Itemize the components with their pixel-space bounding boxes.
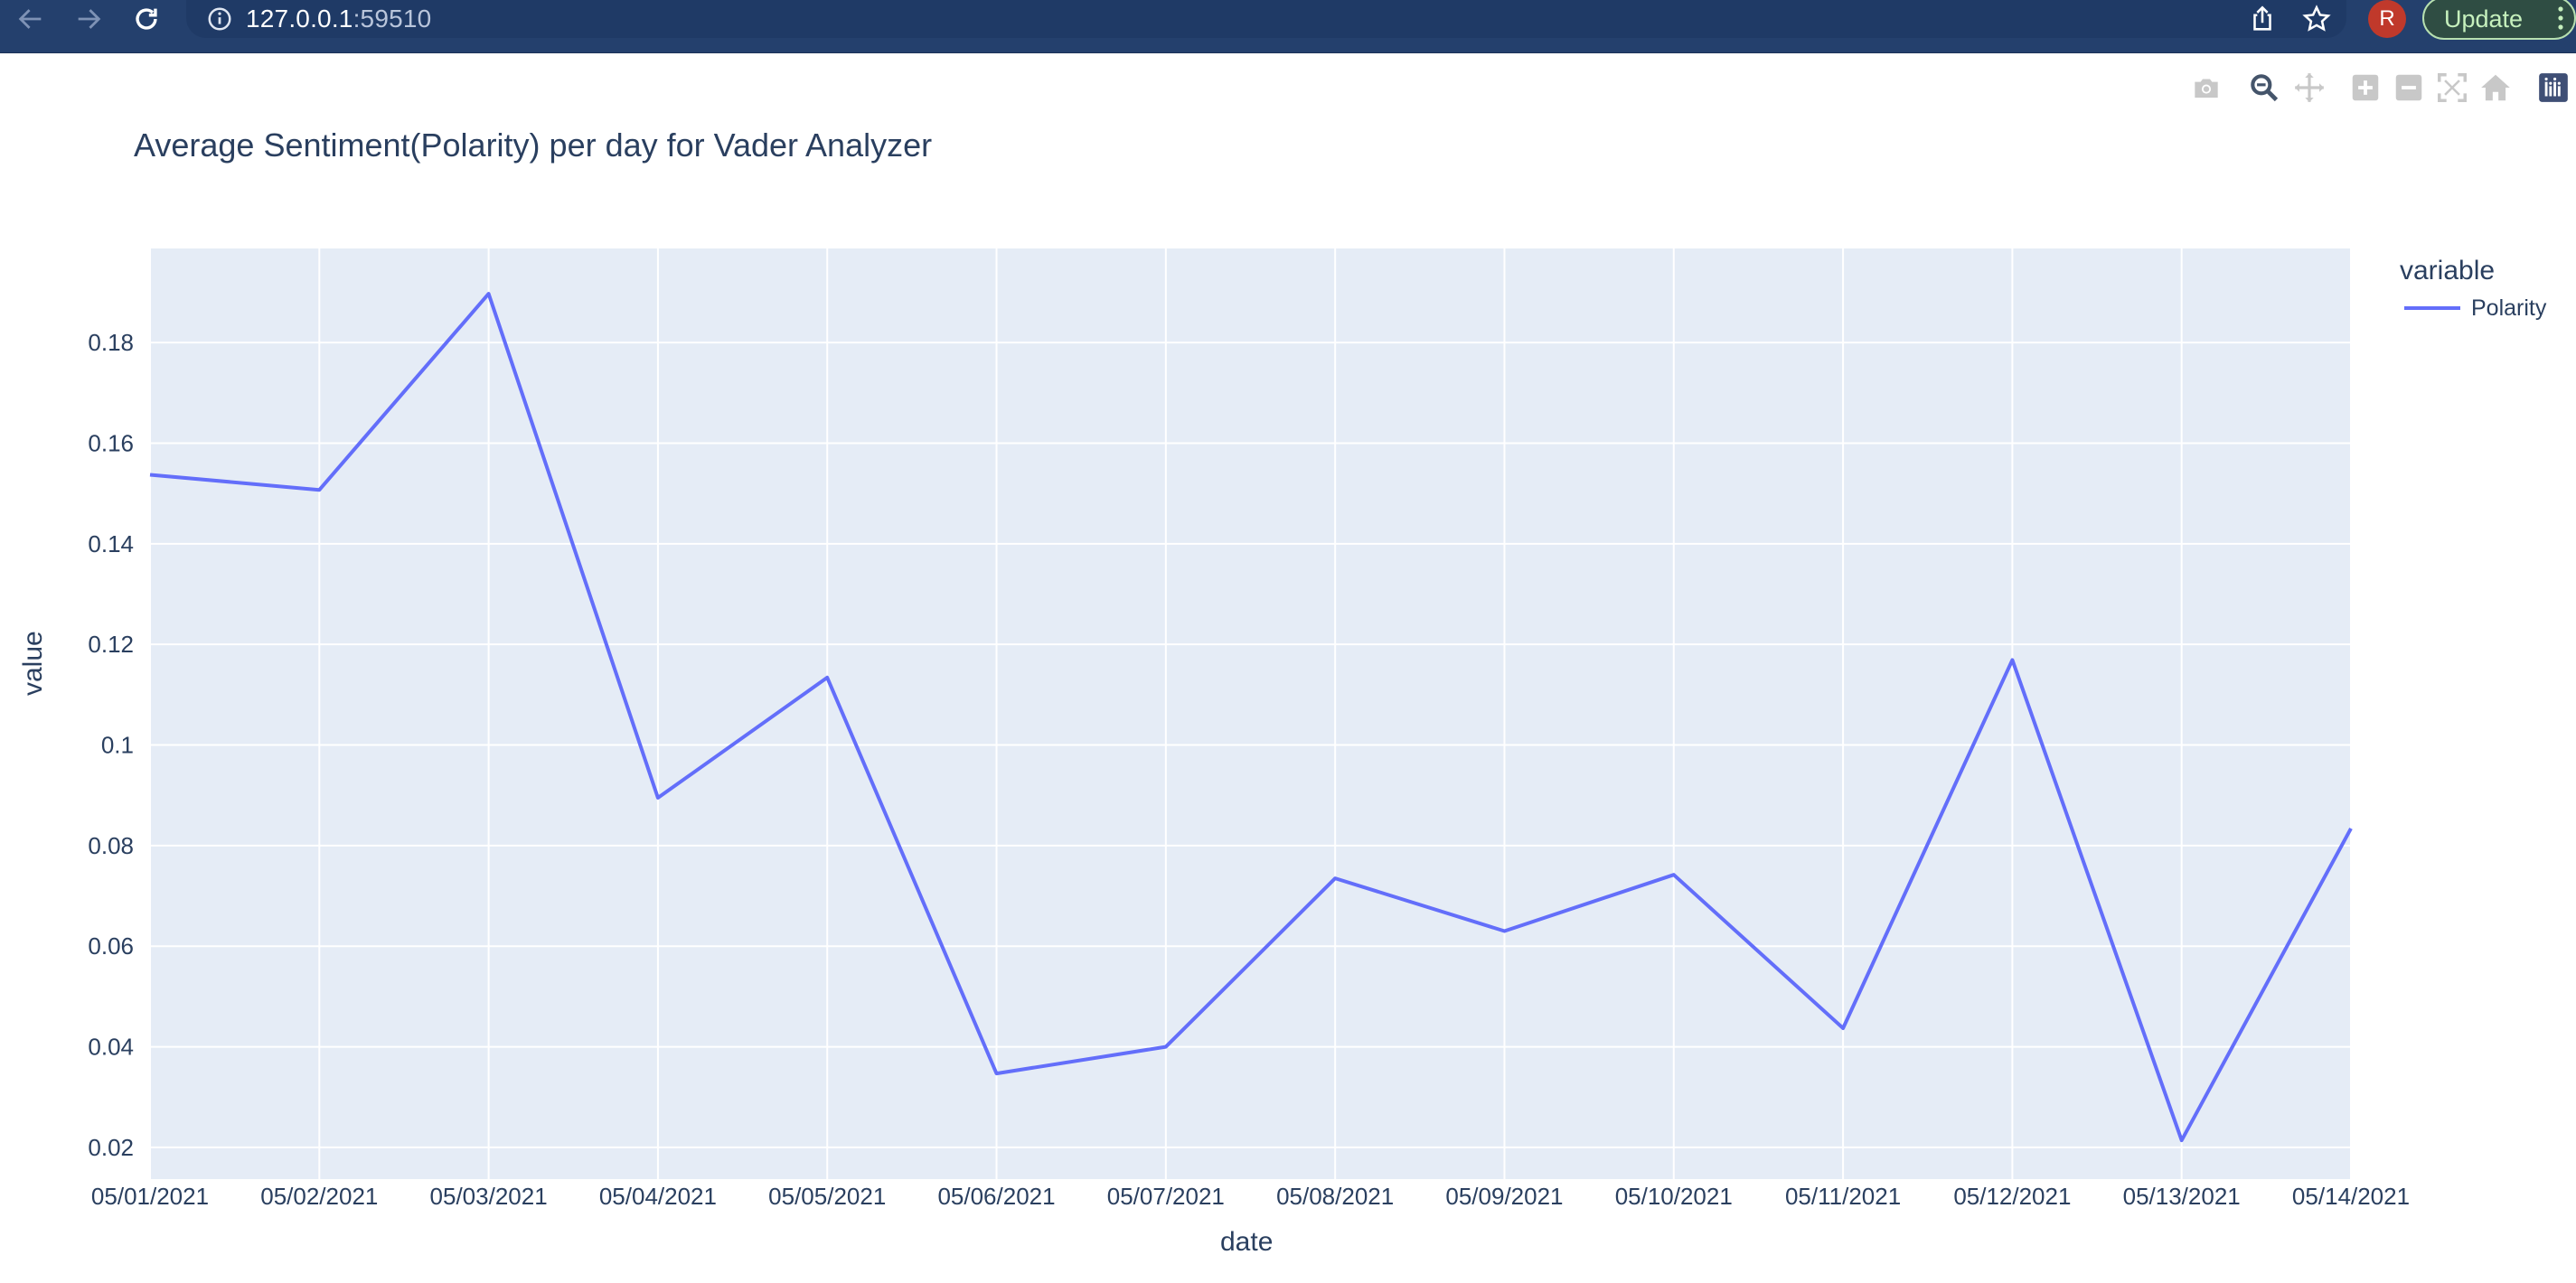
x-tick-label: 05/06/2021 (937, 1183, 1055, 1210)
x-tick-label: 05/12/2021 (1953, 1183, 2071, 1210)
legend-swatch (2404, 306, 2460, 310)
y-tick-labels: 0.02 0.04 0.06 0.08 0.1 0.12 0.14 0.16 0.18 (88, 329, 134, 1161)
y-tick-label: 0.08 (88, 832, 134, 859)
x-tick-label: 05/10/2021 (1615, 1183, 1733, 1210)
x-tick-label: 05/04/2021 (599, 1183, 717, 1210)
legend-label: Polarity (2471, 295, 2547, 321)
data-point[interactable] (653, 793, 663, 802)
data-point[interactable] (1161, 1043, 1170, 1052)
data-point[interactable] (1669, 870, 1678, 879)
x-tick-labels: 05/01/2021 05/02/2021 05/03/2021 05/04/2021… (91, 1183, 2410, 1210)
x-tick-label: 05/11/2021 (1785, 1183, 1901, 1210)
x-tick-label: 05/14/2021 (2292, 1183, 2410, 1210)
x-tick-label: 05/02/2021 (260, 1183, 378, 1210)
y-tick-label: 0.02 (88, 1134, 134, 1161)
data-point[interactable] (2177, 1136, 2186, 1145)
data-point[interactable] (315, 485, 324, 494)
y-tick-label: 0.12 (88, 631, 134, 658)
data-point[interactable] (1838, 1024, 1847, 1033)
x-tick-label: 05/09/2021 (1445, 1183, 1563, 1210)
plot-area[interactable] (150, 248, 2351, 1179)
y-tick-label: 0.1 (101, 732, 134, 759)
chart-canvas: 05/01/2021 05/02/2021 05/03/2021 05/04/2021… (88, 248, 2410, 1210)
x-tick-label: 05/08/2021 (1276, 1183, 1394, 1210)
data-point[interactable] (823, 673, 832, 682)
data-point[interactable] (1330, 874, 1340, 883)
y-tick-label: 0.06 (88, 932, 134, 960)
data-point[interactable] (2346, 824, 2355, 833)
x-tick-label: 05/07/2021 (1107, 1183, 1225, 1210)
y-tick-label: 0.18 (88, 329, 134, 356)
data-point[interactable] (484, 289, 494, 298)
data-point[interactable] (1500, 927, 1509, 936)
y-tick-label: 0.04 (88, 1034, 134, 1061)
x-axis-title: date (1220, 1227, 1274, 1257)
legend-item-polarity[interactable]: Polarity (2404, 295, 2546, 322)
y-axis-title: value (18, 631, 48, 696)
data-point[interactable] (2007, 655, 2017, 664)
legend-title: variable (2400, 256, 2496, 286)
y-tick-label: 0.16 (88, 429, 134, 456)
x-tick-label: 05/03/2021 (430, 1183, 548, 1210)
x-tick-label: 05/13/2021 (2123, 1183, 2241, 1210)
x-tick-label: 05/05/2021 (768, 1183, 886, 1210)
data-point[interactable] (146, 471, 155, 480)
data-point[interactable] (992, 1069, 1001, 1078)
y-tick-label: 0.14 (88, 530, 134, 557)
x-tick-label: 05/01/2021 (91, 1183, 209, 1210)
